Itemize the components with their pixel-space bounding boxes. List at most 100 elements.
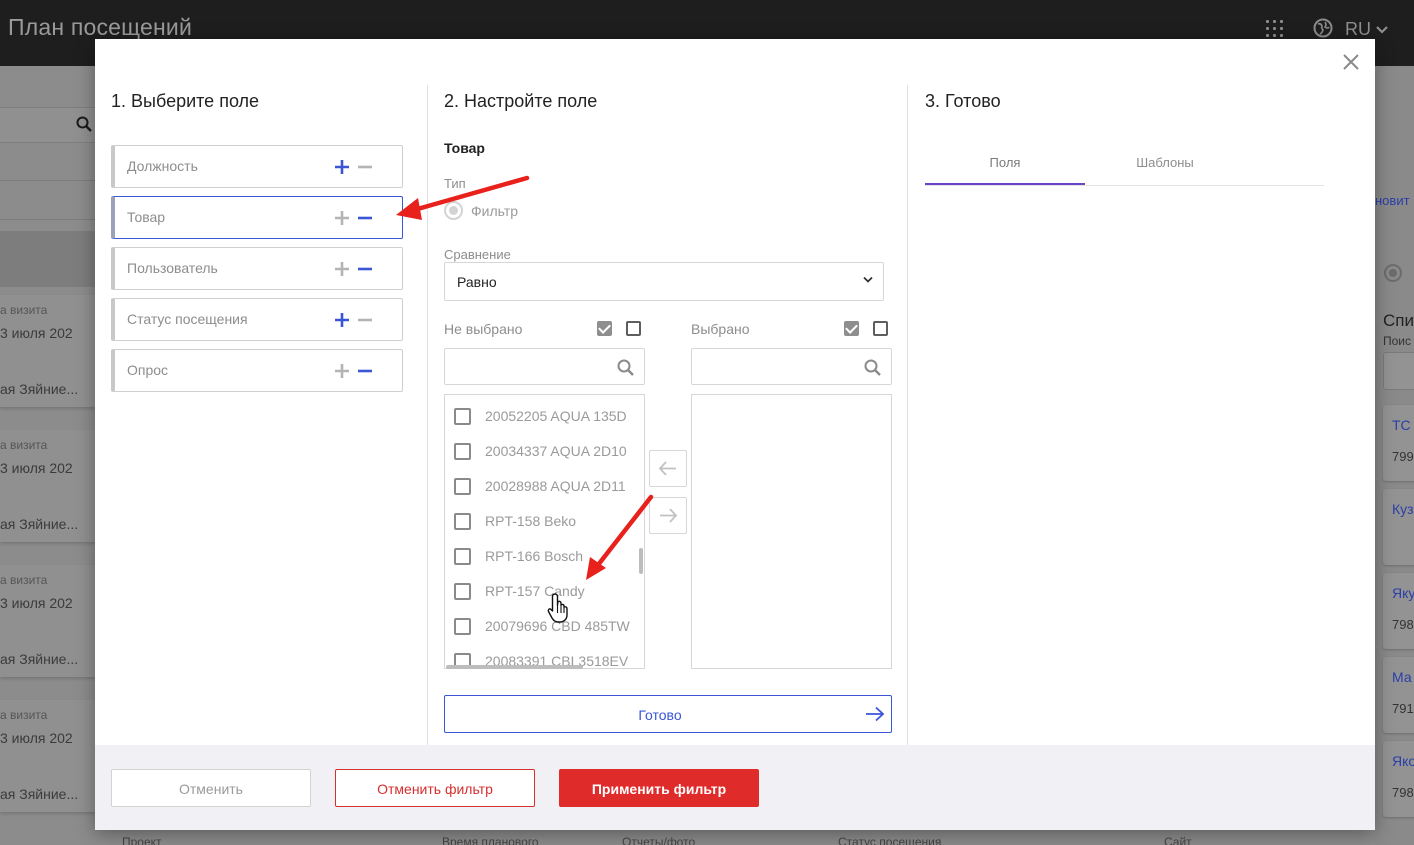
item-label: RPT-158 Beko (485, 513, 577, 529)
item-checkbox[interactable] (454, 548, 471, 565)
field-item-user[interactable]: Пользователь (111, 247, 403, 290)
field-item-product[interactable]: Товар (111, 196, 403, 239)
select-all-checkbox[interactable] (844, 321, 859, 336)
list-item[interactable]: 20052205 AQUA 135D (445, 397, 644, 432)
minus-icon[interactable] (356, 260, 374, 278)
step2-title: 2. Настройте поле (444, 91, 598, 111)
vertical-scrollbar[interactable] (639, 548, 643, 574)
visit-card-name: ая Зяйние... (0, 516, 79, 532)
field-item-survey[interactable]: Опрос (111, 349, 403, 392)
language-selector[interactable]: RU (1345, 19, 1388, 40)
field-label: Пользователь (127, 260, 218, 276)
background-column-header: Статус посещения (838, 835, 942, 845)
list-item[interactable]: RPT-157 Candy (445, 572, 644, 607)
right-card-value: 799 (1392, 449, 1414, 464)
item-label: 20034337 AQUA 2D10 (485, 443, 627, 459)
done-button[interactable]: Готово (444, 695, 892, 733)
select-all-checkbox[interactable] (597, 321, 612, 336)
horizontal-scrollbar[interactable] (446, 665, 583, 669)
item-label: 20052205 AQUA 135D (485, 408, 627, 424)
list-item[interactable]: 20028988 AQUA 2D11 (445, 467, 644, 502)
right-card-value: 798 (1392, 785, 1414, 800)
globe-icon[interactable] (1313, 18, 1333, 38)
tab-fields[interactable]: Поля (925, 145, 1085, 185)
visit-card-date: 3 июля 202 (0, 595, 73, 611)
move-right-button[interactable] (649, 497, 687, 534)
plus-icon[interactable] (333, 260, 351, 278)
item-checkbox[interactable] (454, 443, 471, 460)
field-label: Статус посещения (127, 311, 248, 327)
not-selected-label: Не выбрано (444, 321, 523, 337)
step3-title: 3. Готово (925, 91, 1001, 111)
apps-grid-icon[interactable] (1266, 20, 1284, 38)
item-checkbox[interactable] (454, 513, 471, 530)
background-right-card: Яко 798 (1383, 741, 1414, 817)
minus-icon[interactable] (356, 158, 374, 176)
selected-list[interactable] (691, 394, 892, 669)
visit-card-date: 3 июля 202 (0, 325, 73, 341)
right-card-title: Яко (1392, 753, 1414, 769)
list-item[interactable]: RPT-158 Beko (445, 502, 644, 537)
background-right-card: Куз (1383, 489, 1414, 565)
background-column-header: Проект (122, 835, 162, 845)
list-item[interactable]: RPT-166 Bosch (445, 537, 644, 572)
plus-icon[interactable] (333, 158, 351, 176)
arrow-right-icon (866, 706, 885, 722)
visit-card-label: а визита (0, 438, 48, 452)
not-selected-list[interactable]: 20052205 AQUA 135D 20034337 AQUA 2D10 20… (444, 394, 645, 669)
comparison-value: Равно (457, 274, 497, 290)
comparison-select[interactable]: Равно (444, 262, 884, 301)
plus-icon[interactable] (333, 209, 351, 227)
visit-card-label: а визита (0, 708, 48, 722)
filter-modal: 1. Выберите поле 2. Настройте поле 3. Го… (95, 39, 1375, 830)
background-right-panel: новит Спи Поис ТС 799 Куз Яку 798 Ма 791… (1375, 66, 1414, 845)
right-card-value: 791 (1392, 701, 1414, 716)
hand-cursor-icon (547, 593, 568, 623)
selected-search-input[interactable] (691, 348, 892, 385)
minus-icon[interactable] (356, 209, 374, 227)
background-header-band (0, 231, 96, 287)
list-item[interactable]: 20034337 AQUA 2D10 (445, 432, 644, 467)
arrow-right-icon (660, 508, 678, 523)
deselect-all-checkbox[interactable] (873, 321, 888, 336)
minus-icon[interactable] (356, 362, 374, 380)
field-label: Опрос (127, 362, 169, 378)
background-right-title: Спи (1383, 311, 1414, 330)
right-card-title: ТС (1392, 417, 1411, 433)
chevron-down-icon (1376, 26, 1388, 34)
move-left-button[interactable] (649, 450, 687, 487)
close-icon[interactable] (1342, 53, 1360, 71)
background-visit-card: а визита 3 июля 202 ая Зяйние... (0, 430, 96, 542)
not-selected-search-input[interactable] (444, 348, 645, 385)
tab-templates[interactable]: Шаблоны (1085, 145, 1245, 185)
item-checkbox[interactable] (454, 583, 471, 600)
reset-filter-button[interactable]: Отменить фильтр (335, 769, 535, 807)
visit-card-name: ая Зяйние... (0, 381, 79, 397)
selected-label: Выбрано (691, 321, 750, 337)
type-radio-label: Фильтр (471, 203, 519, 219)
plus-icon[interactable] (333, 311, 351, 329)
apply-filter-button[interactable]: Применить фильтр (559, 769, 759, 807)
item-checkbox[interactable] (454, 478, 471, 495)
background-right-input (1383, 352, 1414, 390)
cancel-button[interactable]: Отменить (111, 769, 311, 807)
plus-icon[interactable] (333, 362, 351, 380)
type-label: Тип (444, 176, 466, 191)
background-right-card: ТС 799 (1383, 405, 1414, 481)
deselect-all-checkbox[interactable] (626, 321, 641, 336)
background-visit-card: а визита 3 июля 202 ая Зяйние... (0, 700, 96, 812)
right-card-title: Куз (1392, 501, 1414, 517)
language-label: RU (1345, 19, 1371, 39)
item-checkbox[interactable] (454, 618, 471, 635)
field-item-visit-status[interactable]: Статус посещения (111, 298, 403, 341)
visit-card-label: а визита (0, 303, 48, 317)
field-item-position[interactable]: Должность (111, 145, 403, 188)
search-icon (864, 359, 881, 376)
minus-icon[interactable] (356, 311, 374, 329)
type-radio[interactable] (444, 201, 463, 220)
right-card-title: Ма (1392, 669, 1412, 685)
visit-card-label: а визита (0, 573, 48, 587)
background-link: новит (1375, 193, 1410, 208)
list-item[interactable]: 20079696 CBD 485TW (445, 607, 644, 642)
item-checkbox[interactable] (454, 408, 471, 425)
